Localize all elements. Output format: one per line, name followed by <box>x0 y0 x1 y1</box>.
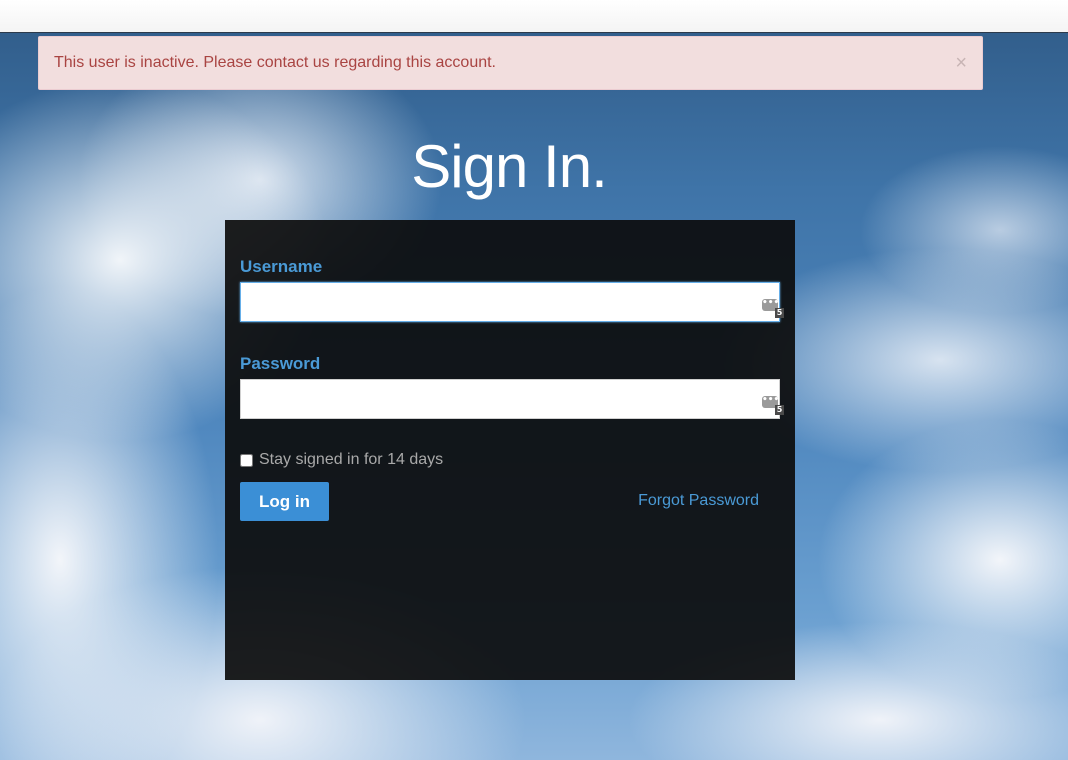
username-label: Username <box>240 257 323 276</box>
top-navbar <box>0 0 1068 33</box>
inactive-user-alert: This user is inactive. Please contact us… <box>38 36 983 90</box>
remember-me-label: Stay signed in for 14 days <box>259 451 444 468</box>
password-field[interactable] <box>240 379 780 419</box>
password-manager-icon[interactable]: ••• 5 <box>762 393 784 415</box>
password-manager-badge: 5 <box>775 405 784 415</box>
password-label: Password <box>240 354 321 373</box>
username-field[interactable] <box>240 282 780 322</box>
remember-me[interactable]: Stay signed in for 14 days <box>240 451 443 469</box>
login-button[interactable]: Log in <box>240 482 329 521</box>
password-manager-icon[interactable]: ••• 5 <box>762 296 784 318</box>
password-manager-badge: 5 <box>775 308 784 318</box>
alert-message: This user is inactive. Please contact us… <box>54 54 496 71</box>
page-title: Sign In. <box>411 133 607 200</box>
remember-me-checkbox[interactable] <box>240 453 253 467</box>
login-panel: Username ••• 5 Password ••• 5 Stay signe… <box>225 220 795 680</box>
forgot-password-link[interactable]: Forgot Password <box>638 492 759 510</box>
close-icon[interactable]: × <box>955 53 967 73</box>
